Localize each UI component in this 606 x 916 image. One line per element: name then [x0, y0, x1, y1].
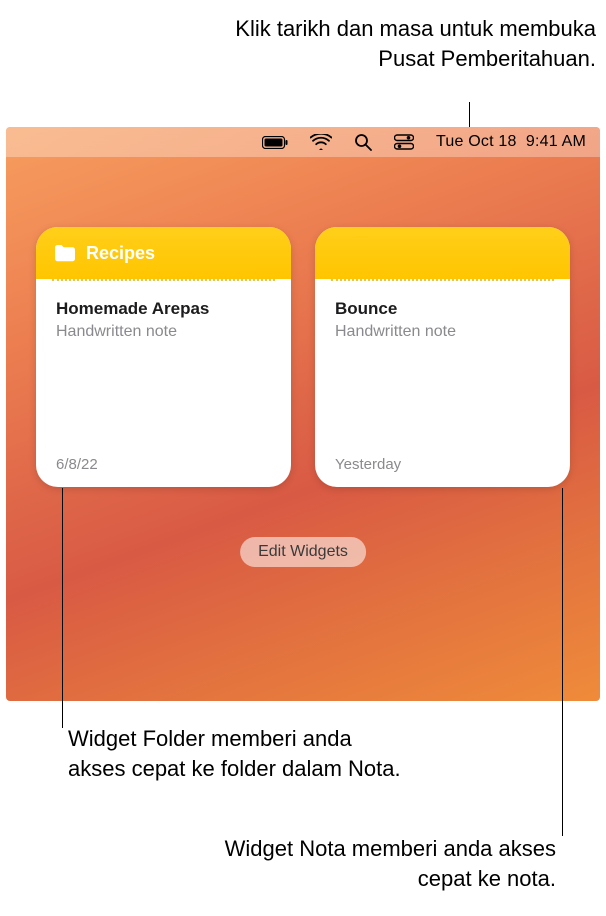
menubar-date: Tue Oct 18: [436, 133, 517, 150]
note-date: Yesterday: [335, 456, 550, 473]
callout-leader-right: [562, 488, 563, 836]
widgets-row: Recipes Homemade Arepas Handwritten note…: [6, 157, 600, 487]
battery-icon[interactable]: [262, 136, 288, 149]
widget-body: Homemade Arepas Handwritten note 6/8/22: [36, 281, 291, 487]
folder-icon: [54, 244, 76, 262]
control-center-icon[interactable]: [394, 134, 414, 150]
mac-desktop: Tue Oct 18 9:41 AM Recipes Homemade Arep…: [6, 127, 600, 701]
widget-body: Bounce Handwritten note Yesterday: [315, 281, 570, 487]
widget-header-folder: Recipes: [36, 227, 291, 279]
edit-widgets-button[interactable]: Edit Widgets: [240, 537, 366, 567]
note-subtitle: Handwritten note: [335, 323, 550, 341]
notes-folder-widget[interactable]: Recipes Homemade Arepas Handwritten note…: [36, 227, 291, 487]
note-title: Bounce: [335, 299, 550, 319]
note-title: Homemade Arepas: [56, 299, 271, 319]
menubar-time: 9:41 AM: [526, 133, 586, 150]
callout-leader-top: [469, 102, 470, 127]
search-icon[interactable]: [354, 133, 372, 151]
note-subtitle: Handwritten note: [56, 323, 271, 341]
menubar-datetime[interactable]: Tue Oct 18 9:41 AM: [436, 133, 586, 151]
wifi-icon[interactable]: [310, 134, 332, 150]
callout-folder-widget: Widget Folder memberi anda akses cepat k…: [68, 724, 408, 783]
widget-header-note: [315, 227, 570, 279]
menubar: Tue Oct 18 9:41 AM: [6, 127, 600, 157]
widget-folder-title: Recipes: [86, 243, 155, 264]
notes-note-widget[interactable]: Bounce Handwritten note Yesterday: [315, 227, 570, 487]
callout-note-widget: Widget Nota memberi anda akses cepat ke …: [196, 834, 556, 893]
callout-open-notification-center: Klik tarikh dan masa untuk membuka Pusat…: [176, 14, 596, 73]
callout-leader-left: [62, 488, 63, 728]
note-date: 6/8/22: [56, 456, 271, 473]
